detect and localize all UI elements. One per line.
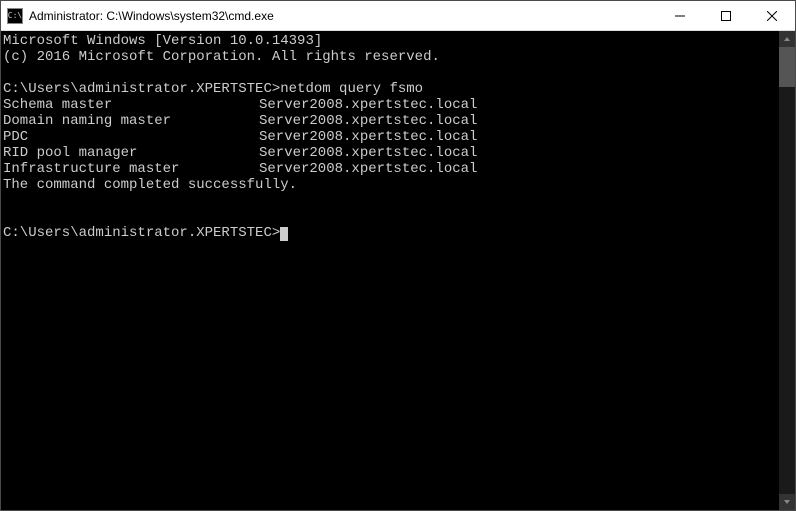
prompt: C:\Users\administrator.XPERTSTEC>	[3, 81, 280, 97]
blank-line	[3, 65, 779, 81]
cursor	[280, 227, 288, 241]
fsmo-server: Server2008.xpertstec.local	[259, 129, 477, 145]
fsmo-server: Server2008.xpertstec.local	[259, 161, 477, 177]
prompt: C:\Users\administrator.XPERTSTEC>	[3, 225, 280, 241]
fsmo-role: Schema master	[3, 97, 259, 113]
completion-line: The command completed successfully.	[3, 177, 779, 193]
cmd-icon: C:\	[7, 8, 23, 24]
close-button[interactable]	[749, 1, 795, 30]
fsmo-server: Server2008.xpertstec.local	[259, 113, 477, 129]
titlebar[interactable]: C:\ Administrator: C:\Windows\system32\c…	[1, 1, 795, 31]
fsmo-row: Infrastructure masterServer2008.xpertste…	[3, 161, 779, 177]
fsmo-server: Server2008.xpertstec.local	[259, 97, 477, 113]
cmd-window: C:\ Administrator: C:\Windows\system32\c…	[0, 0, 796, 511]
minimize-button[interactable]	[657, 1, 703, 30]
prompt-line: C:\Users\administrator.XPERTSTEC>	[3, 225, 779, 241]
command-text: netdom query fsmo	[280, 81, 423, 97]
maximize-button[interactable]	[703, 1, 749, 30]
scroll-up-button[interactable]	[779, 31, 795, 47]
blank-line	[3, 193, 779, 209]
banner-line: (c) 2016 Microsoft Corporation. All righ…	[3, 49, 779, 65]
scrollbar[interactable]	[779, 31, 795, 510]
fsmo-role: Domain naming master	[3, 113, 259, 129]
terminal[interactable]: Microsoft Windows [Version 10.0.14393](c…	[1, 31, 779, 510]
window-title: Administrator: C:\Windows\system32\cmd.e…	[29, 9, 657, 23]
scroll-down-button[interactable]	[779, 494, 795, 510]
fsmo-role: RID pool manager	[3, 145, 259, 161]
scroll-thumb[interactable]	[779, 47, 795, 87]
blank-line	[3, 209, 779, 225]
fsmo-row: Schema masterServer2008.xpertstec.local	[3, 97, 779, 113]
command-line: C:\Users\administrator.XPERTSTEC>netdom …	[3, 81, 779, 97]
fsmo-row: Domain naming masterServer2008.xpertstec…	[3, 113, 779, 129]
window-controls	[657, 1, 795, 30]
fsmo-row: RID pool managerServer2008.xpertstec.loc…	[3, 145, 779, 161]
fsmo-role: Infrastructure master	[3, 161, 259, 177]
fsmo-role: PDC	[3, 129, 259, 145]
fsmo-server: Server2008.xpertstec.local	[259, 145, 477, 161]
terminal-container: Microsoft Windows [Version 10.0.14393](c…	[1, 31, 795, 510]
fsmo-row: PDCServer2008.xpertstec.local	[3, 129, 779, 145]
banner-line: Microsoft Windows [Version 10.0.14393]	[3, 33, 779, 49]
